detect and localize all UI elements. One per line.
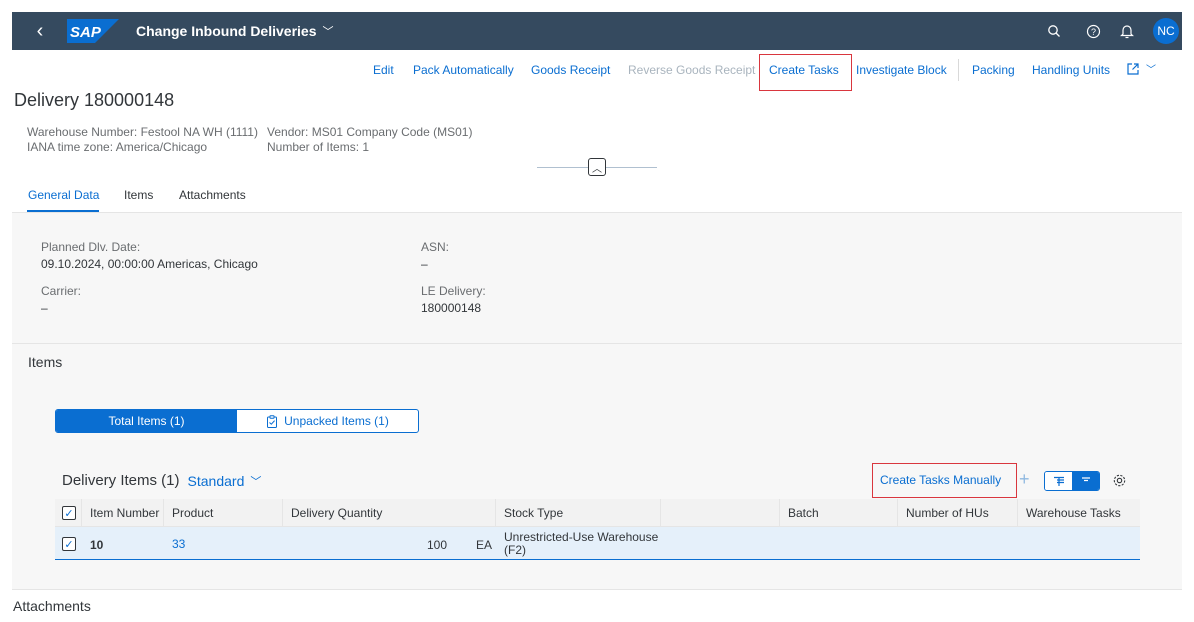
table-title-bar: Delivery Items (1) Standard ﹀: [62, 472, 261, 489]
search-icon[interactable]: [1045, 22, 1063, 40]
app-title-menu[interactable]: Change Inbound Deliveries ﹀: [136, 23, 333, 39]
vendor: Vendor: MS01 Company Code (MS01): [267, 125, 473, 139]
edit-button[interactable]: Edit: [373, 63, 394, 77]
chevron-down-icon: ﹀: [1146, 65, 1156, 76]
col-number-of-hus[interactable]: Number of HUs: [898, 499, 1018, 527]
share-menu-button[interactable]: ﹀: [1126, 61, 1156, 76]
investigate-block-button[interactable]: Investigate Block: [856, 63, 947, 77]
col-item-number[interactable]: Item Number: [82, 499, 164, 527]
col-stock-type[interactable]: Stock Type: [496, 499, 661, 527]
pack-automatically-button[interactable]: Pack Automatically: [413, 63, 514, 77]
row-checkbox[interactable]: ✓: [62, 537, 76, 551]
header-view-icon: [1081, 476, 1090, 481]
variant-selector[interactable]: Standard ﹀: [188, 473, 262, 489]
col-warehouse-tasks[interactable]: Warehouse Tasks: [1018, 499, 1140, 527]
product-link[interactable]: 33: [172, 537, 185, 551]
select-all-checkbox[interactable]: ✓: [62, 506, 76, 520]
segment-unpacked-items[interactable]: Unpacked Items (1): [237, 410, 418, 432]
notifications-icon[interactable]: [1118, 22, 1136, 40]
segment-unpacked-items-label: Unpacked Items (1): [284, 414, 389, 428]
asn-label: ASN:: [421, 240, 450, 254]
chevron-up-icon: ︿: [592, 163, 602, 175]
sap-logo-text: SAP: [70, 24, 102, 41]
general-data-section: Planned Dlv. Date: 09.10.2024, 00:00:00 …: [12, 213, 1182, 343]
handling-units-button[interactable]: Handling Units: [1032, 63, 1110, 77]
page-title: Delivery 180000148: [14, 90, 175, 110]
unit-cell: EA: [476, 538, 493, 552]
tab-general-data[interactable]: General Data: [28, 188, 99, 202]
svg-text:?: ?: [1090, 27, 1095, 37]
create-tasks-manually-highlight: [872, 463, 1017, 498]
asn-value: –: [421, 257, 428, 271]
item-number-cell: 10: [90, 538, 104, 552]
le-delivery-value: 180000148: [421, 301, 482, 315]
add-icon[interactable]: +: [1019, 469, 1030, 490]
delivery-items-table: ✓ Item Number Product Delivery Quantity …: [55, 499, 1140, 561]
iana-timezone: IANA time zone: America/Chicago: [27, 140, 208, 154]
col-empty: [661, 499, 780, 527]
warehouse-number: Warehouse Number: Festool NA WH (1111): [27, 125, 258, 139]
help-icon[interactable]: ?: [1084, 22, 1102, 40]
view-toggle: [1044, 471, 1100, 491]
clipboard-check-icon: [267, 414, 278, 428]
condensed-view-button[interactable]: [1045, 472, 1072, 490]
top-margin: [0, 0, 1194, 12]
create-tasks-highlight: [759, 54, 852, 91]
collapse-header-button[interactable]: ︿: [588, 158, 606, 176]
chevron-down-icon: ﹀: [250, 475, 262, 488]
planned-dlv-date-value: 09.10.2024, 00:00:00 Americas, Chicago: [41, 257, 258, 271]
items-section-title: Items: [28, 354, 63, 370]
sap-logo[interactable]: SAP: [67, 19, 119, 43]
user-avatar[interactable]: NC: [1153, 18, 1179, 44]
stock-type-line2: (F2): [504, 543, 526, 557]
le-delivery-label: LE Delivery:: [421, 284, 486, 298]
segment-total-items-label: Total Items (1): [108, 414, 185, 428]
quantity-cell: 100: [427, 538, 448, 552]
stock-type-line1: Unrestricted-Use Warehouse: [504, 530, 659, 544]
tab-attachments[interactable]: Attachments: [179, 188, 246, 202]
packing-button[interactable]: Packing: [972, 63, 1015, 77]
expanded-view-button[interactable]: [1072, 472, 1099, 490]
table-row[interactable]: ✓ 10 33 100 EA Unrestricted-Use Warehous…: [55, 527, 1140, 560]
select-all-cell: ✓: [55, 499, 82, 527]
segment-total-items[interactable]: Total Items (1): [56, 410, 237, 432]
number-of-items: Number of Items: 1: [267, 140, 370, 154]
planned-dlv-date-label: Planned Dlv. Date:: [41, 240, 141, 254]
carrier-label: Carrier:: [41, 284, 82, 298]
section-divider: [12, 589, 1182, 590]
reverse-goods-receipt-button[interactable]: Reverse Goods Receipt: [628, 63, 755, 77]
toolbar-separator: [958, 59, 959, 81]
col-product[interactable]: Product: [164, 499, 283, 527]
app-title: Change Inbound Deliveries: [136, 23, 317, 39]
shell-bar: ‹ SAP Change Inbound Deliveries ﹀ ? NC: [12, 12, 1182, 50]
attachments-section-title: Attachments: [13, 598, 91, 614]
settings-icon[interactable]: [1112, 473, 1127, 491]
col-delivery-quantity[interactable]: Delivery Quantity: [283, 499, 496, 527]
items-segmented-button: Total Items (1) Unpacked Items (1): [55, 409, 419, 433]
delivery-items-title: Delivery Items (1): [62, 472, 180, 489]
stock-type-cell: Unrestricted-Use Warehouse (F2): [504, 531, 658, 557]
carrier-value: –: [41, 301, 48, 315]
list-view-icon: [1053, 476, 1064, 486]
col-batch[interactable]: Batch: [780, 499, 898, 527]
variant-name: Standard: [187, 472, 245, 489]
tab-items[interactable]: Items: [124, 188, 153, 202]
table-header-row: ✓ Item Number Product Delivery Quantity …: [55, 499, 1140, 527]
goods-receipt-button[interactable]: Goods Receipt: [531, 63, 610, 77]
chevron-down-icon: ﹀: [322, 26, 334, 38]
share-icon: [1127, 62, 1139, 75]
back-icon[interactable]: ‹: [30, 20, 50, 42]
